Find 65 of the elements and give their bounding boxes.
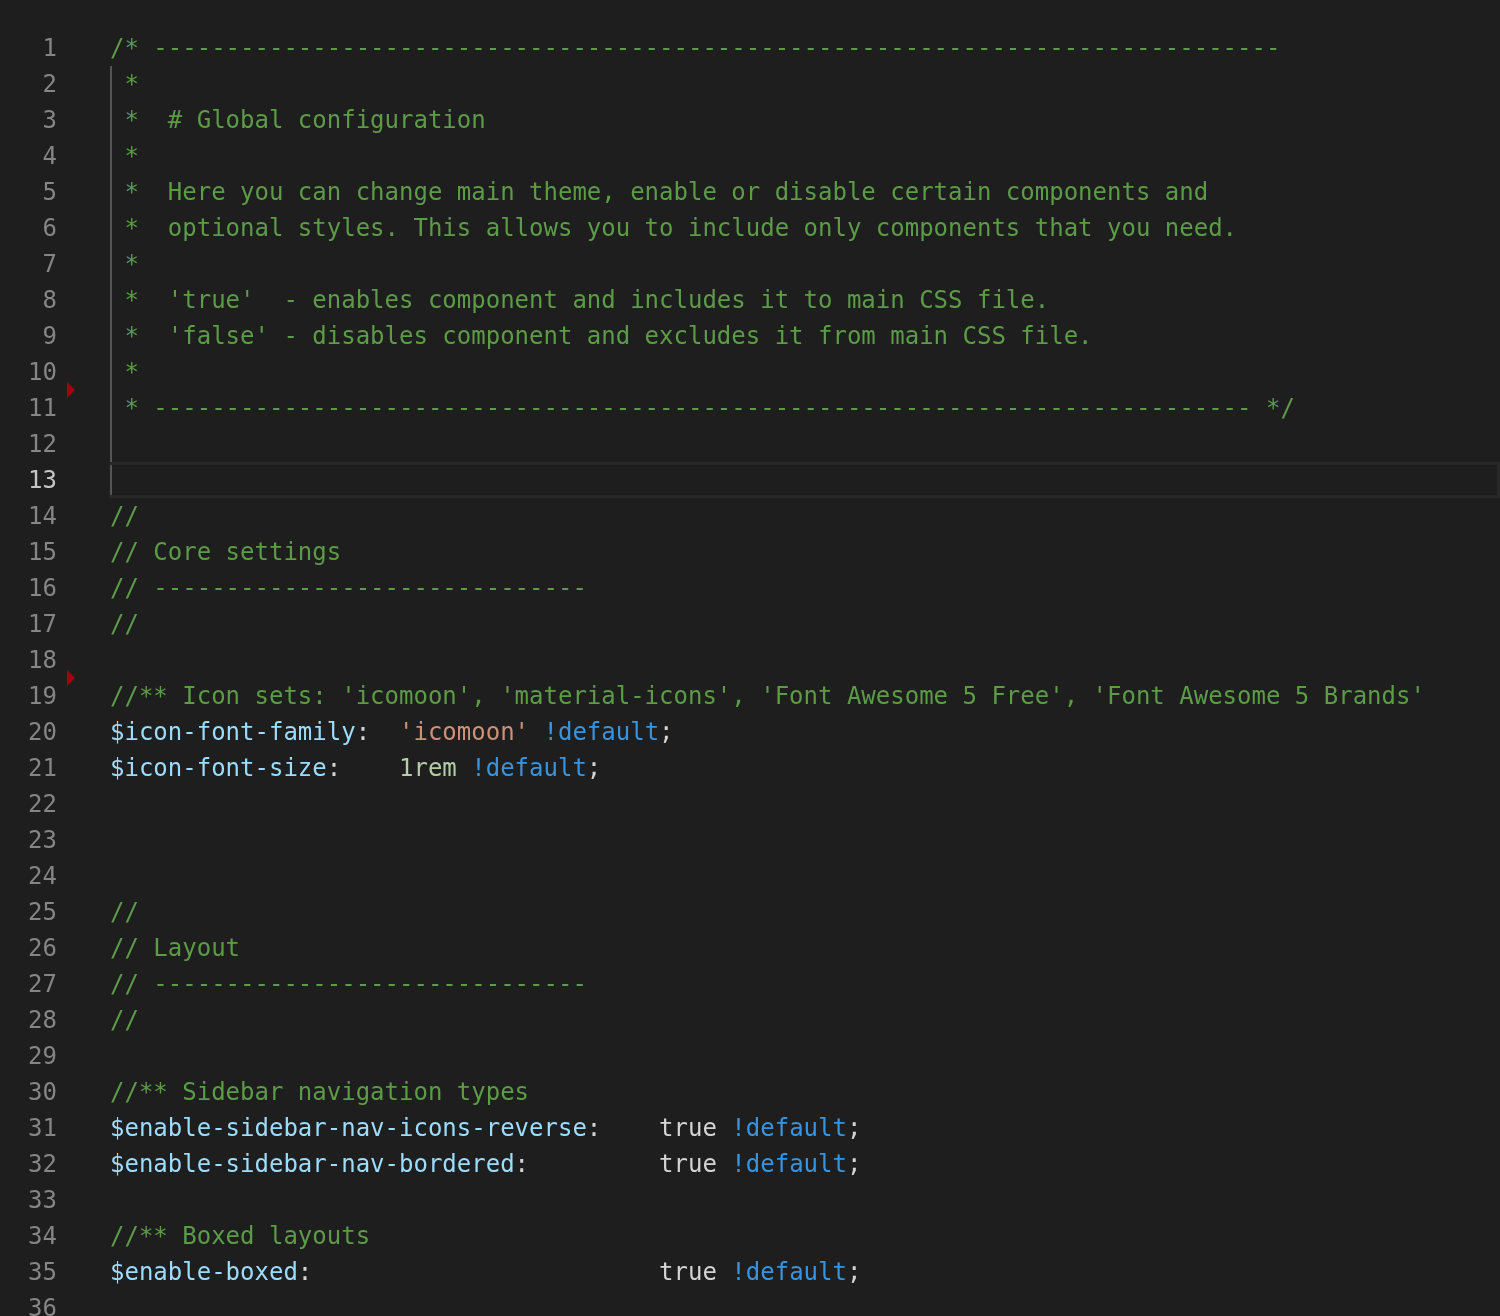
code-line: //: [110, 501, 140, 532]
line-number: 14: [27, 501, 57, 532]
code-line: * # Global configuration: [110, 102, 1500, 138]
code-line: * 'true' - enables component and includes it to main CSS file.: [110, 282, 1500, 318]
line-number: 6: [41, 213, 57, 244]
line-number: 30: [27, 1077, 57, 1108]
line-number: 29: [27, 1041, 57, 1072]
code-line: //: [110, 609, 140, 640]
line-number: 9: [41, 321, 57, 352]
code-line: * optional styles. This allows you to include only components that you need.: [110, 210, 1500, 246]
deleted-lines-marker[interactable]: [67, 382, 75, 398]
line-number: 20: [27, 717, 57, 748]
line-number: 35: [27, 1257, 57, 1288]
line-number: 27: [27, 969, 57, 1000]
code-line: //: [110, 897, 140, 928]
code-line: // ------------------------------: [110, 969, 588, 1000]
code-line: // ------------------------------: [110, 573, 588, 604]
code-line: //** Sidebar navigation types: [110, 1077, 531, 1108]
code-line: //** Icon sets: 'icomoon', 'material-icons', 'Font Awesome 5 Free', 'Font Awesome 5 Brands': [110, 681, 1426, 712]
code-line: //: [110, 1005, 140, 1036]
line-number: 33: [27, 1185, 57, 1216]
line-number: 19: [27, 681, 57, 712]
code-line: $enable-sidebar-nav-bordered: true !default;: [110, 1149, 863, 1180]
line-number: 26: [27, 933, 57, 964]
line-number: 23: [27, 825, 57, 856]
line-number: 3: [41, 105, 57, 136]
code-line: /* ------------------------------------------------------------------------------: [110, 33, 1282, 64]
code-line: *: [110, 66, 1500, 102]
line-number: 28: [27, 1005, 57, 1036]
code-line: $icon-font-size: 1rem !default;: [110, 753, 603, 784]
code-line: //** Boxed layouts: [110, 1221, 372, 1252]
line-number: 18: [27, 645, 57, 676]
code-line: * ---------------------------------------------------------------------------- */: [110, 390, 1500, 426]
code-line: *: [110, 246, 1500, 282]
line-number: 5: [41, 177, 57, 208]
line-number: 11: [27, 393, 57, 424]
line-number: 13: [27, 465, 57, 496]
line-number: 10: [27, 357, 57, 388]
line-number: 2: [41, 69, 57, 100]
code-line: $enable-sidebar-nav-icons-reverse: true !default;: [110, 1113, 863, 1144]
code-line: $icon-font-family: 'icomoon' !default;: [110, 717, 675, 748]
line-number: 8: [41, 285, 57, 316]
line-number: 25: [27, 897, 57, 928]
line-number: 1: [41, 33, 57, 64]
line-number: 16: [27, 573, 57, 604]
line-number: 12: [27, 429, 57, 460]
code-line: *: [110, 354, 1500, 390]
line-number: 36: [27, 1293, 57, 1316]
line-number: 4: [41, 141, 57, 172]
code-line: * Here you can change main theme, enable or disable certain components and: [110, 174, 1500, 210]
line-number: 22: [27, 789, 57, 820]
code-line: $enable-boxed: true !default;: [110, 1257, 863, 1288]
code-line: *: [110, 138, 1500, 174]
line-number: 21: [27, 753, 57, 784]
line-number: 24: [27, 861, 57, 892]
code-line: * 'false' - disables component and excludes it from main CSS file.: [110, 318, 1500, 354]
deleted-lines-marker[interactable]: [67, 670, 75, 686]
code-line: // Core settings: [110, 537, 343, 568]
code-line: // Layout: [110, 933, 242, 964]
line-number: 17: [27, 609, 57, 640]
line-number: 34: [27, 1221, 57, 1252]
line-number: 7: [41, 249, 57, 280]
line-number: 32: [27, 1149, 57, 1180]
line-number: 31: [27, 1113, 57, 1144]
line-number: 15: [27, 537, 57, 568]
